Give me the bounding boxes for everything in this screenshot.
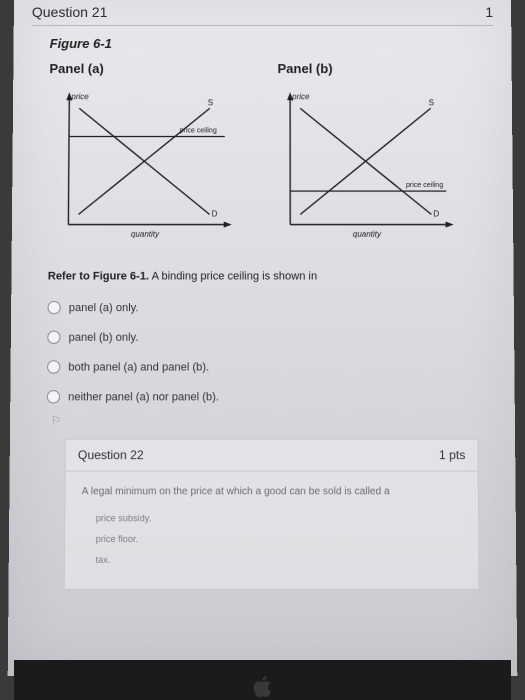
question-22-points: 1 pts: [439, 448, 466, 462]
device-bezel: [14, 660, 511, 700]
option-a-label: panel (a) only.: [69, 301, 139, 313]
page-number: 1: [485, 4, 493, 20]
question-22-prompt: A legal minimum on the price at which a …: [82, 486, 462, 497]
option-d[interactable]: neither panel (a) nor panel (b).: [47, 382, 479, 412]
question-22-options: price subsidy. price floor. tax.: [96, 508, 463, 570]
question-22-body: A legal minimum on the price at which a …: [65, 472, 479, 589]
q22-option-a[interactable]: price subsidy.: [96, 508, 462, 529]
flag-icon[interactable]: ⚐: [45, 412, 65, 590]
chart-panel-a: price S price ceiling D quantity: [48, 88, 240, 250]
radio-icon: [47, 331, 60, 344]
chart-b-x-axis: quantity: [353, 230, 381, 239]
quiz-page: Question 21 1 Figure 6-1 Panel (a) Panel…: [8, 0, 518, 676]
option-a[interactable]: panel (a) only.: [47, 293, 477, 323]
panel-b-label: Panel (b): [247, 61, 475, 76]
question-22-header: Question 22 1 pts: [66, 440, 478, 472]
option-d-label: neither panel (a) nor panel (b).: [68, 391, 219, 403]
charts-row: price S price ceiling D quantity: [48, 88, 477, 250]
option-c-label: both panel (a) and panel (b).: [68, 361, 209, 373]
apple-logo-icon: [249, 672, 277, 700]
radio-icon: [47, 360, 60, 373]
question-22-wrap: ⚐ Question 22 1 pts A legal minimum on t…: [45, 412, 479, 590]
header-divider: [32, 25, 493, 26]
question-22-card: Question 22 1 pts A legal minimum on the…: [64, 438, 480, 589]
chart-a-d-label: D: [212, 209, 218, 218]
chart-b-ceiling-label: price ceiling: [406, 182, 443, 189]
chart-a-y-axis: price: [71, 92, 88, 101]
chart-b-y-axis: price: [292, 92, 309, 101]
refer-rest: A binding price ceiling is shown in: [149, 270, 317, 282]
option-c[interactable]: both panel (a) and panel (b).: [47, 352, 478, 382]
chart-b-svg: [270, 88, 462, 250]
chart-panel-b: price S price ceiling D quantity: [270, 88, 462, 250]
chart-a-svg: [48, 88, 240, 250]
radio-icon: [47, 390, 60, 403]
question-22-title: Question 22: [78, 448, 144, 462]
panel-a-label: Panel (a): [49, 61, 247, 76]
answer-options: panel (a) only. panel (b) only. both pan…: [47, 293, 479, 412]
radio-icon: [48, 301, 61, 314]
chart-a-ceiling-label: price ceiling: [180, 127, 217, 134]
question-body: Figure 6-1 Panel (a) Panel (b): [45, 36, 479, 590]
chart-b-s-label: S: [429, 98, 434, 107]
chart-a-x-axis: quantity: [131, 230, 159, 239]
refer-prefix: Refer to Figure 6-1.: [48, 270, 149, 282]
panel-labels-row: Panel (a) Panel (b): [49, 61, 475, 76]
q22-option-c[interactable]: tax.: [96, 549, 463, 570]
option-b-label: panel (b) only.: [69, 331, 139, 343]
question-number: Question 21: [32, 4, 108, 20]
chart-b-d-label: D: [433, 209, 439, 218]
figure-title: Figure 6-1: [50, 36, 476, 51]
option-b[interactable]: panel (b) only.: [47, 322, 478, 352]
question-prompt: Refer to Figure 6-1. A binding price cei…: [48, 270, 477, 282]
q22-option-b[interactable]: price floor.: [96, 529, 462, 550]
chart-a-s-label: S: [208, 98, 213, 107]
header-row: Question 21 1: [14, 4, 511, 20]
